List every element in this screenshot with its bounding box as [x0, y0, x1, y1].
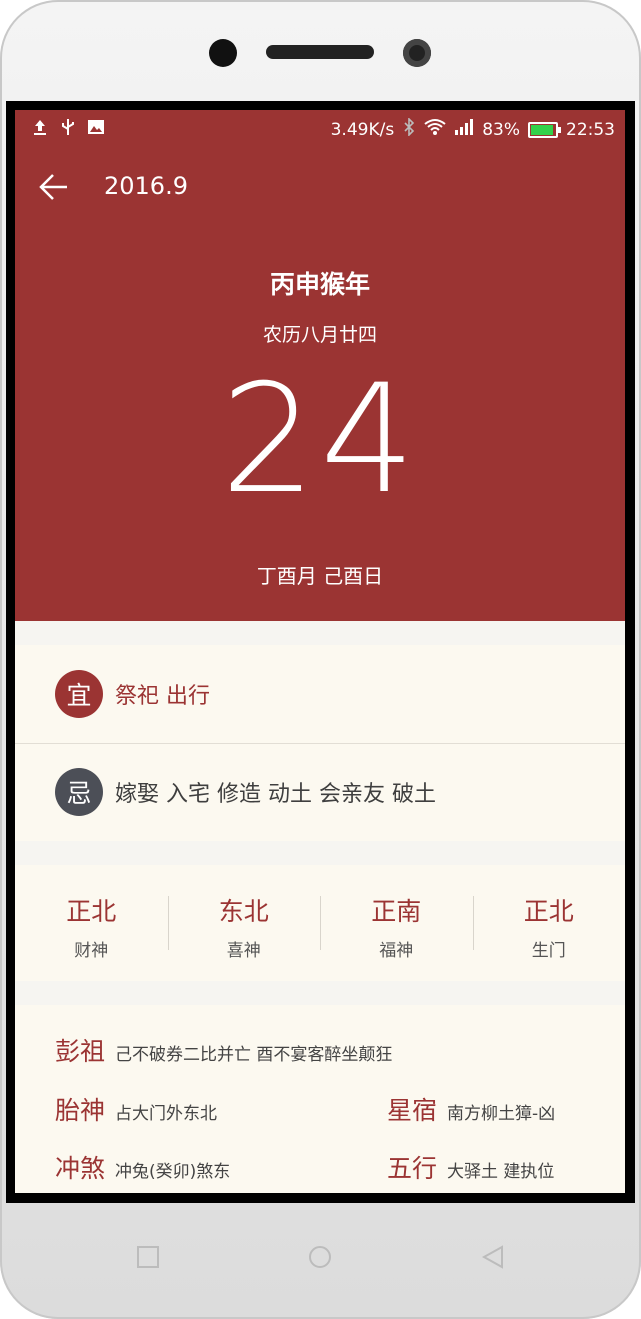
xingxiu-item: 星宿 南方柳土獐-凶	[387, 1091, 555, 1127]
calendar-hero: 3.49K/s 83% 22:53 2016.9 丙申猴年 农历八月廿四 24 …	[15, 110, 625, 621]
earpiece-speaker	[266, 45, 374, 59]
yi-ji-card: 宜 祭祀 出行 忌 嫁娶 入宅 修造 动土 会亲友 破土	[15, 645, 625, 841]
usb-icon	[59, 118, 77, 136]
battery-percent: 83%	[482, 119, 520, 140]
arrow-left-icon	[39, 174, 67, 200]
taishen-key: 胎神	[55, 1096, 106, 1125]
triangle-back-icon	[481, 1245, 503, 1269]
pengzu-value: 己不破券二比并亡 酉不宴客醉坐颠狂	[115, 1045, 393, 1065]
ji-row: 忌 嫁娶 入宅 修造 动土 会亲友 破土	[15, 743, 625, 841]
recent-apps-button[interactable]	[131, 1240, 165, 1274]
direction-item: 正北 生门	[472, 865, 626, 981]
chongsha-value: 冲兔(癸卯)煞东	[115, 1162, 231, 1182]
yi-badge: 宜	[55, 670, 103, 718]
wuxing-item: 五行 大驿土 建执位	[387, 1149, 554, 1185]
image-icon	[87, 118, 105, 136]
front-sensor	[209, 39, 237, 67]
status-bar: 3.49K/s 83% 22:53	[15, 110, 625, 146]
battery-icon	[528, 121, 561, 138]
ji-badge: 忌	[55, 768, 103, 816]
lunar-year-title: 丙申猴年	[269, 270, 370, 299]
almanac-details-card: 彭祖 己不破券二比并亡 酉不宴客醉坐颠狂 胎神 占大门外东北 星宿 南方柳土獐-…	[15, 1005, 625, 1193]
bluetooth-icon	[402, 117, 416, 141]
chongsha-key: 冲煞	[55, 1154, 106, 1183]
direction-label: 生门	[531, 941, 566, 961]
day-number: 24	[220, 353, 420, 527]
home-button[interactable]	[303, 1240, 337, 1274]
wuxing-key: 五行	[387, 1154, 438, 1183]
clock: 22:53	[566, 119, 615, 140]
direction-item: 正北 财神	[15, 865, 168, 981]
square-icon	[137, 1246, 159, 1268]
front-camera	[403, 39, 431, 67]
wifi-icon	[424, 118, 446, 141]
directions-card: 正北 财神 东北 喜神 正南 福神 正北 生门	[15, 865, 625, 981]
yi-text: 祭祀 出行	[115, 684, 210, 709]
ganzhi-text: 丁酉月 己酉日	[256, 564, 384, 588]
direction-value: 正北	[523, 897, 574, 926]
upload-icon	[31, 118, 49, 136]
back-button[interactable]	[37, 172, 73, 202]
yi-row: 宜 祭祀 出行	[15, 645, 625, 744]
direction-label: 财神	[74, 941, 109, 961]
wuxing-value: 大驿土 建执位	[447, 1162, 555, 1182]
pengzu-key: 彭祖	[55, 1037, 106, 1066]
xingxiu-key: 星宿	[387, 1096, 438, 1125]
signal-icon	[454, 118, 474, 141]
app-screen: 3.49K/s 83% 22:53 2016.9 丙申猴年 农历八月廿四 24 …	[15, 110, 625, 1193]
lunar-date: 农历八月廿四	[262, 324, 377, 346]
direction-value: 正北	[66, 897, 117, 926]
taishen-value: 占大门外东北	[115, 1104, 218, 1124]
direction-label: 喜神	[226, 941, 261, 961]
xingxiu-value: 南方柳土獐-凶	[447, 1104, 556, 1124]
circle-icon	[309, 1246, 331, 1268]
direction-item: 正南 福神	[320, 865, 473, 981]
direction-label: 福神	[379, 941, 414, 961]
chongsha-item: 冲煞 冲兔(癸卯)煞东	[55, 1149, 230, 1185]
taishen-item: 胎神 占大门外东北	[55, 1091, 217, 1127]
back-nav-button[interactable]	[476, 1240, 510, 1274]
direction-value: 正南	[371, 897, 422, 926]
pengzu-item: 彭祖 己不破券二比并亡 酉不宴客醉坐颠狂	[55, 1032, 392, 1068]
direction-item: 东北 喜神	[167, 865, 321, 981]
network-speed: 3.49K/s	[330, 119, 395, 140]
month-title[interactable]: 2016.9	[104, 172, 188, 200]
phone-frame: 3.49K/s 83% 22:53 2016.9 丙申猴年 农历八月廿四 24 …	[0, 0, 641, 1319]
direction-value: 东北	[218, 897, 269, 926]
ji-text: 嫁娶 入宅 修造 动土 会亲友 破土	[115, 782, 436, 807]
